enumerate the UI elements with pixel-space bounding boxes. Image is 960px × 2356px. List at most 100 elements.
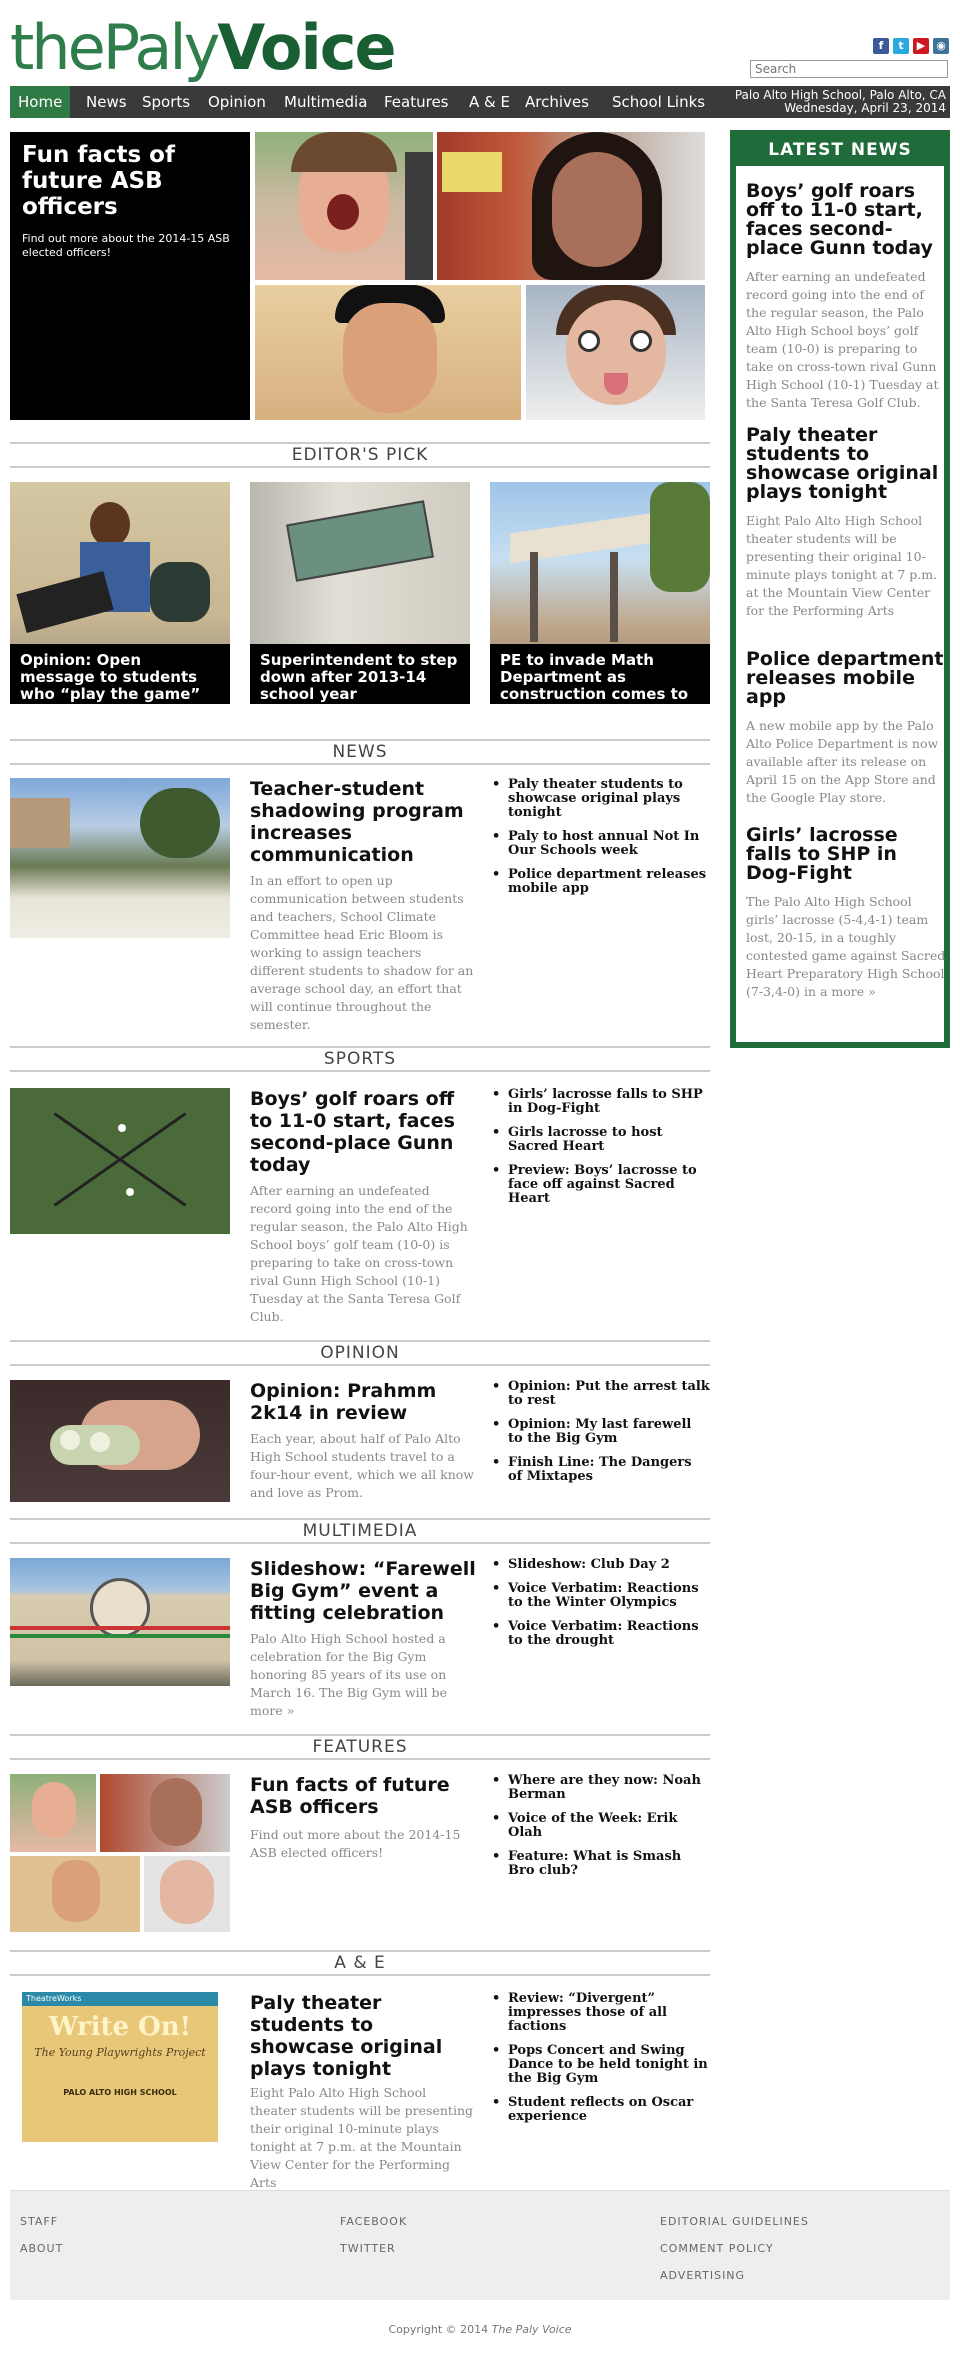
ae-related-link[interactable]: Student reflects on Oscar experience (490, 2096, 710, 2124)
news-image[interactable] (10, 778, 230, 938)
opinion-related-link[interactable]: Opinion: My last farewell to the Big Gym (490, 1418, 710, 1446)
hero-subtitle: Find out more about the 2014-15 ASB elec… (22, 232, 230, 259)
ae-excerpt: Eight Palo Alto High School theater stud… (250, 2085, 473, 2190)
ae-poster-image[interactable]: TheatreWorks Write On! The Young Playwri… (22, 1992, 218, 2142)
multimedia-related-link[interactable]: Slideshow: Club Day 2 (490, 1558, 710, 1573)
opinion-headline[interactable]: Opinion: Prahmm 2k14 in review (250, 1380, 480, 1424)
latest-news-item: Girls’ lacrosse falls to SHP in Dog-Figh… (746, 826, 946, 1001)
site-logo[interactable]: thePalyVoice (10, 6, 397, 90)
nav-ae[interactable]: A & E (461, 86, 518, 118)
multimedia-related-link[interactable]: Voice Verbatim: Reactions to the drought (490, 1620, 710, 1648)
nav-school-links[interactable]: School Links (604, 86, 713, 118)
features-related-list: Where are they now: Noah Berman Voice of… (490, 1774, 710, 1888)
section-heading-ae: A & E (10, 1950, 710, 1976)
opinion-related-link[interactable]: Opinion: Put the arrest talk to rest (490, 1380, 710, 1408)
ae-related-list: Review: “Divergent” impresses those of a… (490, 1992, 710, 2134)
news-related-link[interactable]: Police department releases mobile app (490, 868, 710, 896)
instagram-icon[interactable]: ◉ (933, 38, 949, 54)
news-related-link[interactable]: Paly to host annual Not In Our Schools w… (490, 830, 710, 858)
section-heading-multimedia: MULTIMEDIA (10, 1518, 710, 1544)
twitter-icon[interactable]: t (893, 38, 909, 54)
nav-features[interactable]: Features (376, 86, 457, 118)
ae-related-link[interactable]: Review: “Divergent” impresses those of a… (490, 1992, 710, 2034)
search-input[interactable] (750, 60, 948, 78)
editors-pick-caption[interactable]: Superintendent to step down after 2013-1… (250, 644, 470, 704)
footer-link-about[interactable]: ABOUT (20, 2242, 63, 2255)
news-headline[interactable]: Teacher-student shadowing program increa… (250, 778, 480, 866)
sports-related-list: Girls’ lacrosse falls to SHP in Dog-Figh… (490, 1088, 710, 1216)
facebook-icon[interactable]: f (873, 38, 889, 54)
latest-news-title: LATEST NEWS (768, 140, 912, 160)
date-text: Wednesday, April 23, 2014 (784, 101, 946, 115)
latest-news-excerpt: After earning an undefeated record going… (746, 269, 939, 410)
multimedia-headline[interactable]: Slideshow: “Farewell Big Gym” event a fi… (250, 1558, 480, 1624)
editors-pick-caption[interactable]: PE to invade Math Department as construc… (490, 644, 710, 704)
latest-news-headline[interactable]: Paly theater students to showcase origin… (746, 426, 946, 502)
features-headline[interactable]: Fun facts of future ASB officers (250, 1774, 480, 1818)
ae-poster-brand: TheatreWorks (22, 1992, 218, 2006)
ae-poster-subtitle: The Young Playwrights Project (34, 2046, 206, 2059)
latest-news-item: Police department releases mobile app A … (746, 650, 946, 807)
section-heading-sports: SPORTS (10, 1046, 710, 1072)
opinion-excerpt: Each year, about half of Palo Alto High … (250, 1431, 474, 1500)
editors-pick-1[interactable]: Opinion: Open message to students who “p… (10, 482, 230, 704)
news-excerpt: In an effort to open up communication be… (250, 873, 474, 1032)
section-heading-opinion: OPINION (10, 1340, 710, 1366)
main-nav: Home News Sports Opinion Multimedia Feat… (10, 86, 950, 118)
section-heading-features: FEATURES (10, 1734, 710, 1760)
copyright-site-name: The Paly Voice (491, 2323, 572, 2336)
ae-poster-school: PALO ALTO HIGH SCHOOL (63, 2088, 177, 2097)
sports-headline[interactable]: Boys’ golf roars off to 11-0 start, face… (250, 1088, 480, 1176)
hero-title[interactable]: Fun facts of future ASB officers (22, 142, 238, 220)
latest-news-excerpt: Eight Palo Alto High School theater stud… (746, 513, 938, 618)
ae-related-link[interactable]: Pops Concert and Swing Dance to be held … (490, 2044, 710, 2086)
opinion-related-link[interactable]: Finish Line: The Dangers of Mixtapes (490, 1456, 710, 1484)
features-related-link[interactable]: Voice of the Week: Erik Olah (490, 1812, 710, 1840)
latest-news-headline[interactable]: Police department releases mobile app (746, 650, 946, 707)
ae-poster-title: Write On! (48, 2012, 192, 2042)
footer-link-staff[interactable]: STAFF (20, 2215, 58, 2228)
sports-related-link[interactable]: Girls lacrosse to host Sacred Heart (490, 1126, 710, 1154)
hero-photo-1[interactable] (255, 132, 433, 280)
footer-link-advertising[interactable]: ADVERTISING (660, 2269, 745, 2282)
multimedia-excerpt: Palo Alto High School hosted a celebrati… (250, 1631, 447, 1718)
news-related-link[interactable]: Paly theater students to showcase origin… (490, 778, 710, 820)
hero-photo-4[interactable] (526, 285, 705, 420)
nav-sports[interactable]: Sports (134, 86, 198, 118)
sports-image[interactable] (10, 1088, 230, 1234)
features-excerpt: Find out more about the 2014-15 ASB elec… (250, 1827, 461, 1860)
hero-photo-3[interactable] (255, 285, 521, 420)
nav-opinion[interactable]: Opinion (200, 86, 274, 118)
multimedia-image[interactable] (10, 1558, 230, 1686)
features-related-link[interactable]: Feature: What is Smash Bro club? (490, 1850, 710, 1878)
opinion-image[interactable] (10, 1380, 230, 1502)
news-related-list: Paly theater students to showcase origin… (490, 778, 710, 906)
nav-archives[interactable]: Archives (517, 86, 597, 118)
hero-feature[interactable]: Fun facts of future ASB officers Find ou… (10, 132, 250, 420)
sports-excerpt: After earning an undefeated record going… (250, 1183, 468, 1324)
sports-related-link[interactable]: Girls’ lacrosse falls to SHP in Dog-Figh… (490, 1088, 710, 1116)
editors-pick-caption[interactable]: Opinion: Open message to students who “p… (10, 644, 230, 704)
footer-link-editorial-guidelines[interactable]: EDITORIAL GUIDELINES (660, 2215, 809, 2228)
features-image[interactable] (10, 1774, 230, 1932)
latest-news-headline[interactable]: Girls’ lacrosse falls to SHP in Dog-Figh… (746, 826, 946, 883)
section-heading-editors-pick: EDITOR'S PICK (10, 442, 710, 468)
latest-news-headline[interactable]: Boys’ golf roars off to 11-0 start, face… (746, 182, 946, 258)
latest-news-excerpt: The Palo Alto High School girls’ lacross… (746, 894, 946, 999)
nav-news[interactable]: News (78, 86, 135, 118)
hero-photo-2[interactable] (437, 132, 705, 280)
features-related-link[interactable]: Where are they now: Noah Berman (490, 1774, 710, 1802)
ae-headline[interactable]: Paly theater students to showcase origin… (250, 1992, 480, 2080)
editors-pick-2[interactable]: Superintendent to step down after 2013-1… (250, 482, 470, 704)
multimedia-related-link[interactable]: Voice Verbatim: Reactions to the Winter … (490, 1582, 710, 1610)
sports-related-link[interactable]: Preview: Boys’ lacrosse to face off agai… (490, 1164, 710, 1206)
section-heading-news: NEWS (10, 739, 710, 765)
youtube-icon[interactable]: ▶ (913, 38, 929, 54)
multimedia-related-list: Slideshow: Club Day 2 Voice Verbatim: Re… (490, 1558, 710, 1658)
nav-home[interactable]: Home (10, 86, 71, 118)
nav-multimedia[interactable]: Multimedia (276, 86, 375, 118)
editors-pick-3[interactable]: PE to invade Math Department as construc… (490, 482, 710, 704)
footer-link-comment-policy[interactable]: COMMENT POLICY (660, 2242, 774, 2255)
footer-link-twitter[interactable]: TWITTER (340, 2242, 396, 2255)
footer-link-facebook[interactable]: FACEBOOK (340, 2215, 407, 2228)
